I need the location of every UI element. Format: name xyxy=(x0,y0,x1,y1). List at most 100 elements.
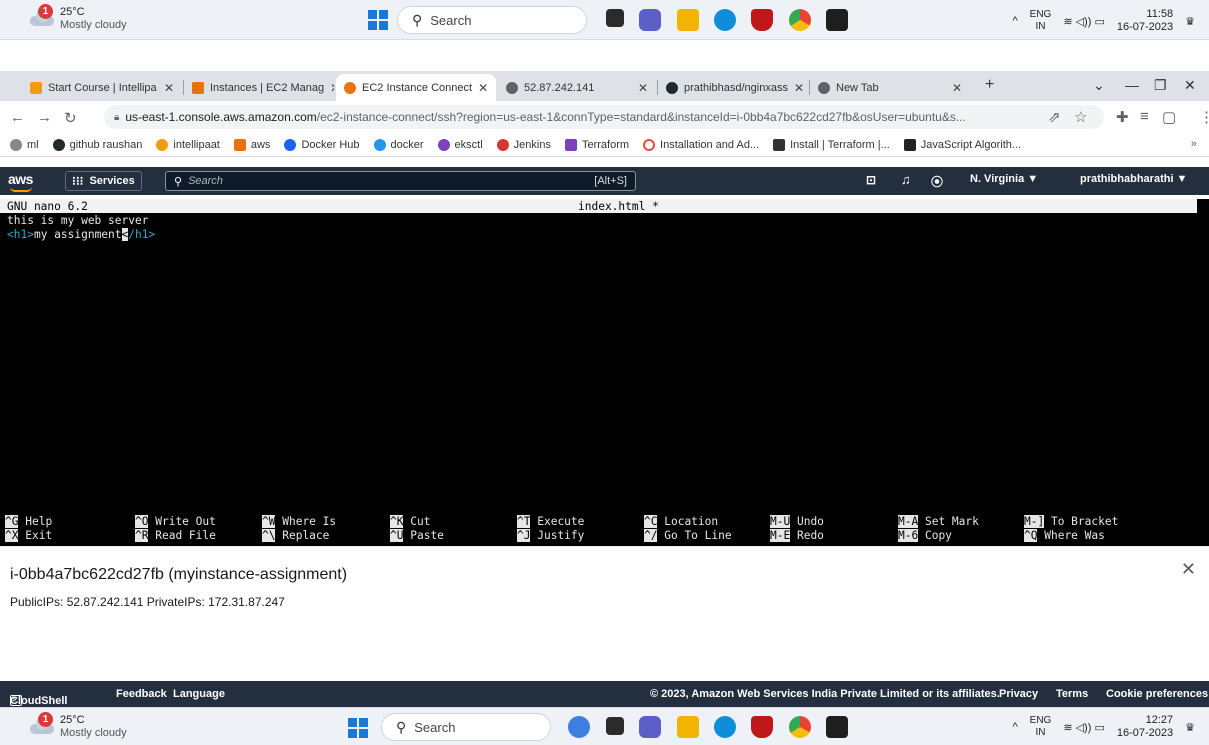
bookmark-jenkins[interactable]: Jenkins xyxy=(496,138,551,151)
tab-intellipaat[interactable]: Start Course | Intellipa ✕ xyxy=(22,74,182,101)
mcafee-icon[interactable] xyxy=(751,9,773,31)
terminal-nano-editor[interactable]: GNU nano 6.2 index.html * this is my web… xyxy=(0,199,1209,546)
cloudshell-icon[interactable]: ⊡ xyxy=(866,173,876,187)
new-tab-plus-icon[interactable]: + xyxy=(985,76,994,94)
language-indicator[interactable]: ENG IN xyxy=(1030,9,1052,33)
mcafee-icon[interactable] xyxy=(751,716,773,738)
shortcut-write-out[interactable]: ^O Write Out xyxy=(135,515,216,528)
notification-icon[interactable]: ♛ xyxy=(1185,721,1195,734)
language-link[interactable]: Language xyxy=(173,688,225,700)
more-bookmarks-icon[interactable]: » xyxy=(1191,138,1197,150)
shortcut-location[interactable]: ^C Location xyxy=(644,515,718,528)
task-view-icon[interactable] xyxy=(606,9,624,27)
shortcut-execute[interactable]: ^T Execute xyxy=(517,515,584,528)
tab-search-chevron-icon[interactable]: ⌄ xyxy=(1093,77,1105,94)
tab-github[interactable]: prathibhasd/nginxass ✕ xyxy=(658,74,808,101)
windows-start-icon[interactable] xyxy=(368,10,388,30)
weather-widget[interactable]: 1 25°C Mostly cloudy xyxy=(26,4,127,32)
feedback-link[interactable]: Feedback xyxy=(116,688,167,700)
tab-ec2-instance-connect[interactable]: EC2 Instance Connect ✕ xyxy=(336,74,496,101)
aws-search-input[interactable]: ⚲ Search [Alt+S] xyxy=(165,171,636,191)
restore-icon[interactable]: ❐ xyxy=(1154,77,1167,94)
clock[interactable]: 11:58 16-07-2023 xyxy=(1117,8,1173,34)
clock[interactable]: 12:27 16-07-2023 xyxy=(1117,714,1173,740)
file-explorer-icon[interactable] xyxy=(677,716,699,738)
window-close-icon[interactable]: ✕ xyxy=(1184,77,1196,94)
tab-new-tab[interactable]: New Tab ✕ xyxy=(810,74,970,101)
close-icon[interactable]: ✕ xyxy=(632,81,648,95)
bookmark-intellipaat[interactable]: intellipaat xyxy=(156,138,220,151)
close-icon[interactable]: ✕ xyxy=(158,81,174,95)
privacy-link[interactable]: Privacy xyxy=(999,688,1038,700)
side-panel-icon[interactable]: ▢ xyxy=(1162,108,1176,126)
cookie-preferences-link[interactable]: Cookie preferences xyxy=(1106,688,1208,700)
kebab-menu-icon[interactable]: ⋮ xyxy=(1199,108,1209,126)
close-icon[interactable]: ✕ xyxy=(324,81,334,95)
chrome-icon[interactable] xyxy=(789,716,811,738)
terminal-icon[interactable] xyxy=(826,9,848,31)
shortcut-read-file[interactable]: ^R Read File xyxy=(135,529,216,542)
notification-icon[interactable]: ♛ xyxy=(1185,15,1195,28)
shortcut-where-was[interactable]: ^Q Where Was xyxy=(1024,529,1105,542)
shortcut-to-bracket[interactable]: M-] To Bracket xyxy=(1024,515,1118,528)
reload-icon[interactable]: ↻ xyxy=(64,109,77,127)
forward-arrow-icon[interactable]: → xyxy=(37,109,52,126)
account-menu[interactable]: prathibhabharathi ▼ xyxy=(1080,173,1187,185)
taskbar-search[interactable]: ⚲ Search xyxy=(397,6,587,34)
extensions-icon[interactable]: ✚ xyxy=(1116,108,1129,126)
tab-ip-address[interactable]: 52.87.242.141 ✕ xyxy=(498,74,656,101)
bookmark-javascript[interactable]: JavaScript Algorith... xyxy=(903,138,1021,151)
edge-icon[interactable] xyxy=(714,716,736,738)
chevron-up-icon[interactable]: ^ xyxy=(1012,15,1017,27)
bookmark-docker[interactable]: docker xyxy=(373,138,424,151)
weather-widget[interactable]: 1 25°C Mostly cloudy xyxy=(26,712,127,740)
minimize-icon[interactable]: — xyxy=(1125,77,1139,93)
services-menu-button[interactable]: ⁝⁝⁝ Services xyxy=(65,171,142,191)
close-icon[interactable]: ✕ xyxy=(1181,559,1196,580)
help-icon[interactable]: ⦿ xyxy=(931,173,943,190)
bing-icon[interactable] xyxy=(568,716,590,738)
bookmark-eksctl[interactable]: eksctl xyxy=(437,138,483,151)
chevron-up-icon[interactable]: ^ xyxy=(1012,721,1017,733)
bookmark-installation[interactable]: Installation and Ad... xyxy=(643,138,759,151)
edge-icon[interactable] xyxy=(714,9,736,31)
shortcut-copy[interactable]: M-6 Copy xyxy=(898,529,952,542)
bookmark-github[interactable]: github raushan xyxy=(52,138,142,151)
close-icon[interactable]: ✕ xyxy=(946,81,962,95)
shortcut-help[interactable]: ^G Help xyxy=(5,515,52,528)
bookmark-aws[interactable]: aws xyxy=(233,138,270,151)
tab-ec2-instances[interactable]: Instances | EC2 Manag ✕ xyxy=(184,74,334,101)
bell-icon[interactable]: ♫ xyxy=(901,172,911,187)
shortcut-where-is[interactable]: ^W Where Is xyxy=(262,515,336,528)
shortcut-exit[interactable]: ^X Exit xyxy=(5,529,52,542)
close-icon[interactable]: ✕ xyxy=(788,81,804,95)
wifi-volume-battery-icon[interactable]: ≋ ◁)) ▭ xyxy=(1063,15,1105,28)
address-bar[interactable]: 🔒︎ us-east-1.console.aws.amazon.com/ec2-… xyxy=(104,105,1104,129)
taskbar-search[interactable]: ⚲ Search xyxy=(381,713,551,741)
shortcut-undo[interactable]: M-U Undo xyxy=(770,515,824,528)
wifi-volume-battery-icon[interactable]: ≋ ◁)) ▭ xyxy=(1063,721,1105,734)
windows-start-icon[interactable] xyxy=(348,718,368,738)
bookmark-star-icon[interactable]: ☆ xyxy=(1074,108,1087,126)
teams-icon[interactable] xyxy=(639,716,661,738)
shortcut-redo[interactable]: M-E Redo xyxy=(770,529,824,542)
region-selector[interactable]: N. Virginia ▼ xyxy=(970,173,1038,185)
task-view-icon[interactable] xyxy=(606,717,624,735)
bookmark-ml[interactable]: ml xyxy=(10,138,39,151)
share-icon[interactable]: ⇗ xyxy=(1048,108,1061,126)
shortcut-set-mark[interactable]: M-A Set Mark xyxy=(898,515,979,528)
shortcut-paste[interactable]: ^U Paste xyxy=(390,529,444,542)
terminal-icon[interactable] xyxy=(826,716,848,738)
bookmark-terraform[interactable]: Terraform xyxy=(564,138,629,151)
shortcut-go-to-line[interactable]: ^/ Go To Line xyxy=(644,529,732,542)
reading-list-icon[interactable]: ≡ xyxy=(1140,108,1149,125)
teams-icon[interactable] xyxy=(639,9,661,31)
shortcut-cut[interactable]: ^K Cut xyxy=(390,515,430,528)
close-icon[interactable]: ✕ xyxy=(472,81,488,95)
bookmark-docker-hub[interactable]: Docker Hub xyxy=(284,138,360,151)
aws-logo[interactable]: aws xyxy=(8,171,33,192)
terms-link[interactable]: Terms xyxy=(1056,688,1088,700)
back-arrow-icon[interactable]: ← xyxy=(10,109,25,126)
shortcut-replace[interactable]: ^\ Replace xyxy=(262,529,329,542)
file-explorer-icon[interactable] xyxy=(677,9,699,31)
